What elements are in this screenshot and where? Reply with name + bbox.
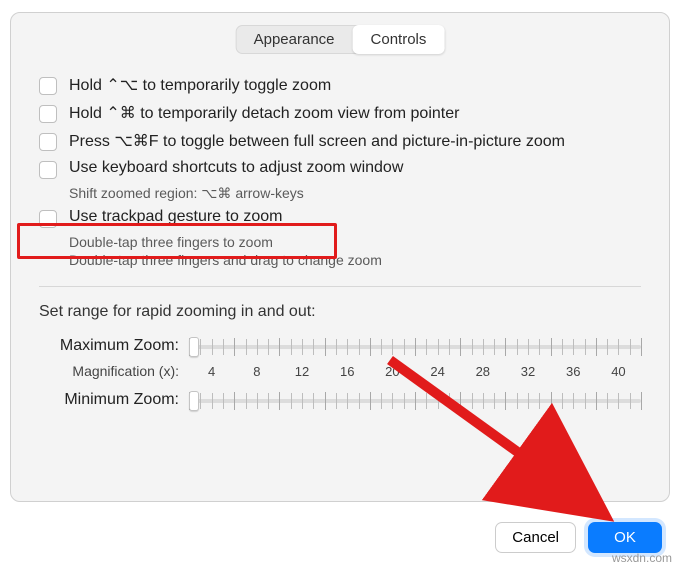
- mag-value: 4: [189, 364, 234, 379]
- mag-value: 24: [415, 364, 460, 379]
- slider-knob-max[interactable]: [189, 337, 199, 357]
- checkbox-trackpad-gesture[interactable]: [39, 210, 57, 228]
- mag-value: 16: [325, 364, 370, 379]
- label-max-zoom: Maximum Zoom:: [39, 337, 189, 355]
- button-bar: Cancel OK: [495, 522, 662, 553]
- cancel-button[interactable]: Cancel: [495, 522, 576, 553]
- preferences-dialog: Appearance Controls Hold ⌃⌥ to temporari…: [10, 12, 670, 502]
- mag-value: 8: [234, 364, 279, 379]
- label-press-opt-cmd-f: Press ⌥⌘F to toggle between full screen …: [69, 131, 565, 151]
- magnification-values: 481216202428323640: [189, 364, 641, 379]
- content-area: Hold ⌃⌥ to temporarily toggle zoom Hold …: [39, 75, 641, 417]
- label-hold-ctrl-opt: Hold ⌃⌥ to temporarily toggle zoom: [69, 75, 331, 95]
- slider-min-zoom[interactable]: [189, 389, 641, 411]
- checkbox-keyboard-shortcuts[interactable]: [39, 161, 57, 179]
- label-magnification: Magnification (x):: [39, 363, 189, 379]
- checkbox-hold-ctrl-opt[interactable]: [39, 77, 57, 95]
- slider-max-zoom[interactable]: [189, 335, 641, 357]
- separator: [39, 286, 641, 287]
- slider-knob-min[interactable]: [189, 391, 199, 411]
- option-row: Use keyboard shortcuts to adjust zoom wi…: [39, 159, 641, 179]
- slider-row-max: Maximum Zoom:: [39, 335, 641, 357]
- checkbox-press-opt-cmd-f[interactable]: [39, 133, 57, 151]
- slider-ticks: [189, 393, 641, 409]
- tab-controls[interactable]: Controls: [353, 25, 445, 54]
- slider-ticks: [189, 339, 641, 355]
- hint-trackpad-1: Double-tap three fingers to zoom: [69, 234, 641, 250]
- mag-value: 28: [460, 364, 505, 379]
- slider-row-min: Minimum Zoom:: [39, 389, 641, 411]
- mag-value: 36: [551, 364, 596, 379]
- hint-keyboard-shortcuts: Shift zoomed region: ⌥⌘ arrow-keys: [69, 185, 641, 202]
- mag-value: 32: [505, 364, 550, 379]
- option-row: Press ⌥⌘F to toggle between full screen …: [39, 131, 641, 151]
- label-keyboard-shortcuts: Use keyboard shortcuts to adjust zoom wi…: [69, 159, 403, 177]
- tab-appearance[interactable]: Appearance: [236, 25, 353, 54]
- range-title: Set range for rapid zooming in and out:: [39, 303, 641, 321]
- tab-bar: Appearance Controls: [236, 25, 445, 54]
- mag-value: 20: [370, 364, 415, 379]
- option-row: Hold ⌃⌥ to temporarily toggle zoom: [39, 75, 641, 95]
- label-min-zoom: Minimum Zoom:: [39, 391, 189, 409]
- option-row: Hold ⌃⌘ to temporarily detach zoom view …: [39, 103, 641, 123]
- ok-button[interactable]: OK: [588, 522, 662, 553]
- option-row-trackpad: Use trackpad gesture to zoom: [39, 208, 641, 228]
- watermark: wsxdn.com: [612, 551, 672, 565]
- checkbox-hold-ctrl-cmd[interactable]: [39, 105, 57, 123]
- magnification-row: Magnification (x): 481216202428323640: [39, 363, 641, 379]
- mag-value: 40: [596, 364, 641, 379]
- label-trackpad-gesture: Use trackpad gesture to zoom: [69, 208, 282, 226]
- hint-trackpad-2: Double-tap three fingers and drag to cha…: [69, 252, 641, 268]
- mag-value: 12: [279, 364, 324, 379]
- label-hold-ctrl-cmd: Hold ⌃⌘ to temporarily detach zoom view …: [69, 103, 459, 123]
